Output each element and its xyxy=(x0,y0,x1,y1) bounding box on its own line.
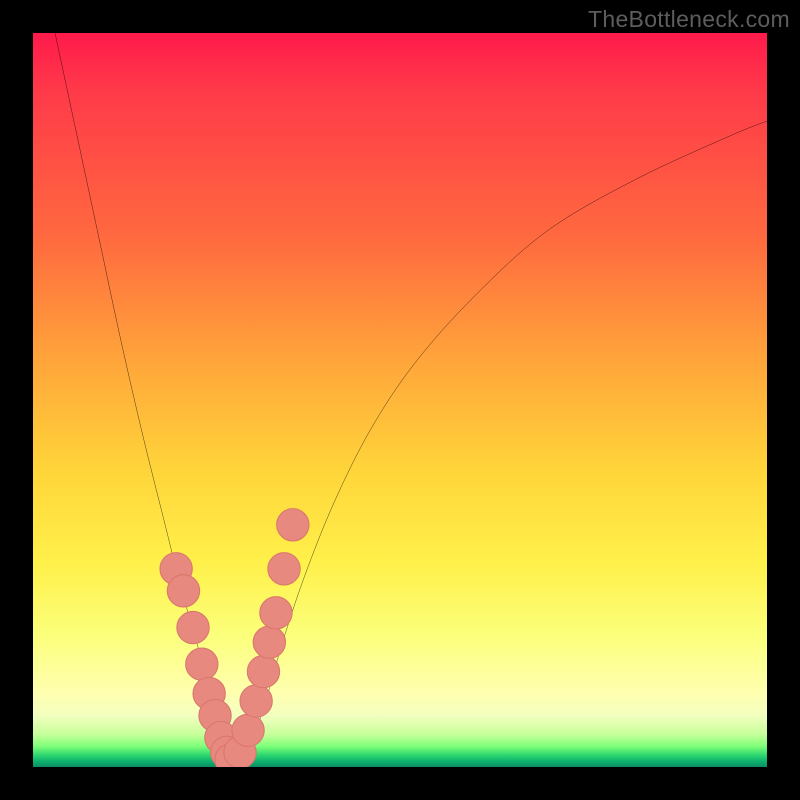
marker-dot xyxy=(232,714,264,746)
plot-area xyxy=(33,33,767,767)
marker-dot xyxy=(260,597,292,629)
marker-dot xyxy=(240,685,272,717)
marker-dot xyxy=(177,611,209,643)
marker-dot xyxy=(186,648,218,680)
marker-dot xyxy=(253,626,285,658)
marker-layer xyxy=(160,509,309,767)
marker-dot xyxy=(167,575,199,607)
marker-dot xyxy=(247,655,279,687)
marker-dot xyxy=(268,553,300,585)
chart-svg xyxy=(33,33,767,767)
marker-dot xyxy=(277,509,309,541)
outer-frame: TheBottleneck.com xyxy=(0,0,800,800)
bottleneck-curve xyxy=(55,33,767,762)
curve-layer xyxy=(55,33,767,762)
watermark-text: TheBottleneck.com xyxy=(588,6,790,33)
